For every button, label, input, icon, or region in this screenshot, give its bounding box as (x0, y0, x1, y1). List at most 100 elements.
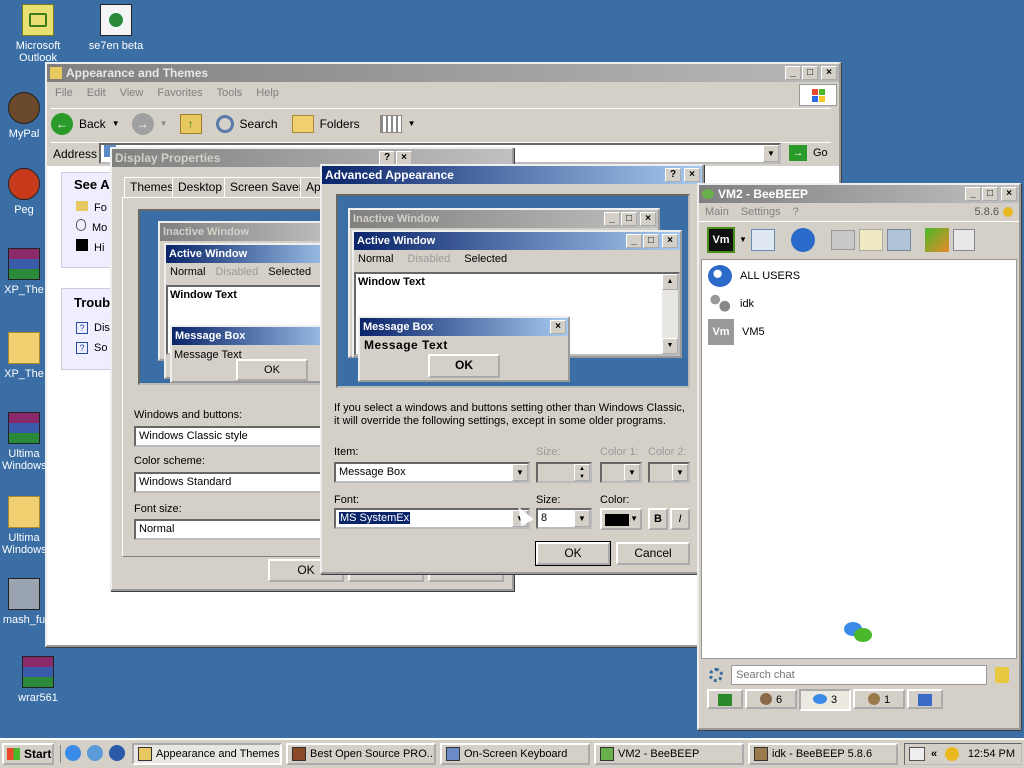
desktop-icon-outlook[interactable]: Microsoft Outlook (2, 4, 74, 64)
menu-favorites[interactable]: Favorites (157, 82, 202, 104)
user-list-item[interactable]: Vm VM5 (708, 319, 765, 345)
beebeep-tray-icon[interactable] (945, 747, 959, 761)
close-button[interactable]: × (1001, 187, 1017, 201)
tools-icon[interactable] (886, 228, 911, 251)
advanced-appearance-titlebar[interactable]: Advanced Appearance ? × (322, 166, 702, 184)
trash-icon[interactable] (952, 228, 975, 251)
color2-picker[interactable]: ▼ (648, 462, 690, 483)
desktop-icon[interactable] (87, 745, 103, 761)
taskbar-item-appearance[interactable]: Appearance and Themes (132, 743, 282, 765)
item-select[interactable]: Message Box ▼ (334, 462, 530, 483)
tab-chats[interactable]: 3 (799, 689, 851, 711)
vm-avatar-button[interactable]: Vm (707, 226, 735, 253)
cancel-button[interactable]: Cancel (616, 542, 690, 565)
size-spinner[interactable]: ▲ ▼ (536, 462, 592, 483)
close-button[interactable]: × (684, 168, 700, 182)
desktop-icon-xpthe-folder[interactable]: XP_The (2, 332, 46, 380)
start-button[interactable]: Start (2, 743, 54, 765)
color1-picker[interactable]: ▼ (600, 462, 642, 483)
taskbar-item-osk[interactable]: On-Screen Keyboard (440, 743, 590, 765)
chevron-down-icon[interactable]: ▼ (512, 464, 528, 481)
desktop-icon-mypal[interactable]: MyPal (2, 92, 46, 140)
menu-main[interactable]: Main (705, 203, 729, 221)
windows-buttons-select[interactable]: Windows Classic style (134, 426, 324, 447)
update-icon[interactable] (924, 227, 949, 252)
font-size-select[interactable]: 8 ▼ (536, 508, 592, 529)
desktop-icon-ultima-folder[interactable]: Ultima Windows (2, 496, 47, 556)
close-button[interactable]: × (821, 66, 837, 80)
tab-groups[interactable]: 6 (745, 689, 797, 709)
folders-button[interactable]: Folders (320, 117, 360, 131)
settings-icon[interactable] (709, 668, 723, 682)
ie-icon[interactable] (65, 745, 81, 761)
desktop-icon-wrar[interactable]: wrar561 (2, 656, 74, 704)
help-button[interactable]: ? (379, 151, 395, 165)
go-icon[interactable]: → (789, 145, 807, 161)
edit-profile-icon[interactable] (750, 228, 775, 251)
menu-edit[interactable]: Edit (87, 82, 106, 104)
views-icon[interactable] (379, 114, 402, 133)
desktop-icon-ultima-archive[interactable]: Ultima Windows (2, 412, 47, 472)
chevron-down-icon[interactable]: ▼ (160, 119, 168, 128)
forward-icon[interactable]: → (131, 112, 154, 135)
search-chat-input[interactable] (731, 665, 987, 685)
file-share-icon[interactable] (830, 229, 855, 250)
user-list-item[interactable]: idk (708, 292, 754, 316)
help-button[interactable]: ? (665, 168, 681, 182)
ok-button[interactable]: OK (535, 541, 611, 566)
tab-screen-saver[interactable]: Screen Saver (224, 177, 309, 197)
search-button[interactable]: Search (240, 117, 278, 131)
search-icon[interactable] (215, 114, 234, 133)
go-button[interactable]: Go (813, 147, 828, 159)
menu-file[interactable]: File (55, 82, 73, 104)
note-icon[interactable] (858, 228, 883, 251)
folders-icon[interactable] (291, 114, 314, 133)
menu-settings[interactable]: Settings (741, 203, 781, 221)
maximize-button[interactable]: □ (802, 66, 818, 80)
back-button[interactable]: Back (79, 117, 106, 131)
back-icon[interactable]: ← (51, 112, 73, 135)
media-player-icon[interactable] (109, 745, 125, 761)
chevron-down-icon[interactable]: ▼ (672, 464, 688, 481)
menu-tools[interactable]: Tools (217, 82, 243, 104)
desktop-icon-se7en[interactable]: se7en beta (80, 4, 152, 52)
desktop-icon-xpthe-archive[interactable]: XP_The (2, 248, 46, 296)
network-icon[interactable] (790, 227, 815, 252)
explorer-titlebar[interactable]: Appearance and Themes _ □ × (47, 64, 839, 82)
chevron-down-icon[interactable]: ▼ (408, 119, 416, 128)
beebeep-titlebar[interactable]: VM2 - BeeBEEP _ □ × (699, 185, 1019, 203)
user-list-item[interactable]: ALL USERS (708, 264, 800, 288)
chevron-down-icon[interactable]: ▼ (763, 145, 779, 162)
desktop-icon-mash[interactable]: mash_fu (2, 578, 46, 626)
tab-users[interactable] (707, 689, 743, 709)
menu-view[interactable]: View (120, 82, 144, 104)
menu-help[interactable]: ? (793, 203, 799, 221)
clear-icon[interactable] (995, 667, 1009, 683)
font-size-select[interactable]: Normal (134, 519, 324, 540)
close-button[interactable]: × (396, 151, 412, 165)
bold-button[interactable]: B (648, 508, 668, 530)
taskbar-item-beebeep[interactable]: VM2 - BeeBEEP (594, 743, 744, 765)
tab-shares[interactable]: 1 (853, 689, 905, 709)
taskbar-item-browser[interactable]: Best Open Source PRO... (286, 743, 436, 765)
color-scheme-select[interactable]: Windows Standard (134, 472, 324, 493)
spinner-arrows-icon[interactable]: ▲ ▼ (574, 464, 590, 481)
menu-help[interactable]: Help (256, 82, 279, 104)
minimize-button[interactable]: _ (785, 66, 801, 80)
minimize-button[interactable]: _ (965, 187, 981, 201)
font-select[interactable]: MS SystemEx ▼ (334, 508, 530, 529)
font-color-picker[interactable]: ▼ (600, 508, 642, 530)
tab-desktop[interactable]: Desktop (172, 177, 229, 197)
desktop-icon-peg[interactable]: Peg (2, 168, 46, 216)
chevron-down-icon[interactable]: ▼ (624, 464, 640, 481)
chevron-down-icon[interactable]: ▼ (112, 119, 120, 128)
italic-button[interactable]: I (670, 508, 690, 530)
tray-expand-button[interactable]: « (931, 744, 937, 764)
keyboard-tray-icon[interactable] (909, 747, 925, 761)
up-folder-icon[interactable]: ↑ (179, 113, 202, 134)
tab-files[interactable] (907, 689, 943, 709)
taskbar-item-idk[interactable]: idk - BeeBEEP 5.8.6 (748, 743, 898, 765)
maximize-button[interactable]: □ (982, 187, 998, 201)
chevron-down-icon[interactable]: ▼ (574, 510, 590, 527)
chevron-down-icon[interactable]: ▼ (739, 235, 747, 244)
